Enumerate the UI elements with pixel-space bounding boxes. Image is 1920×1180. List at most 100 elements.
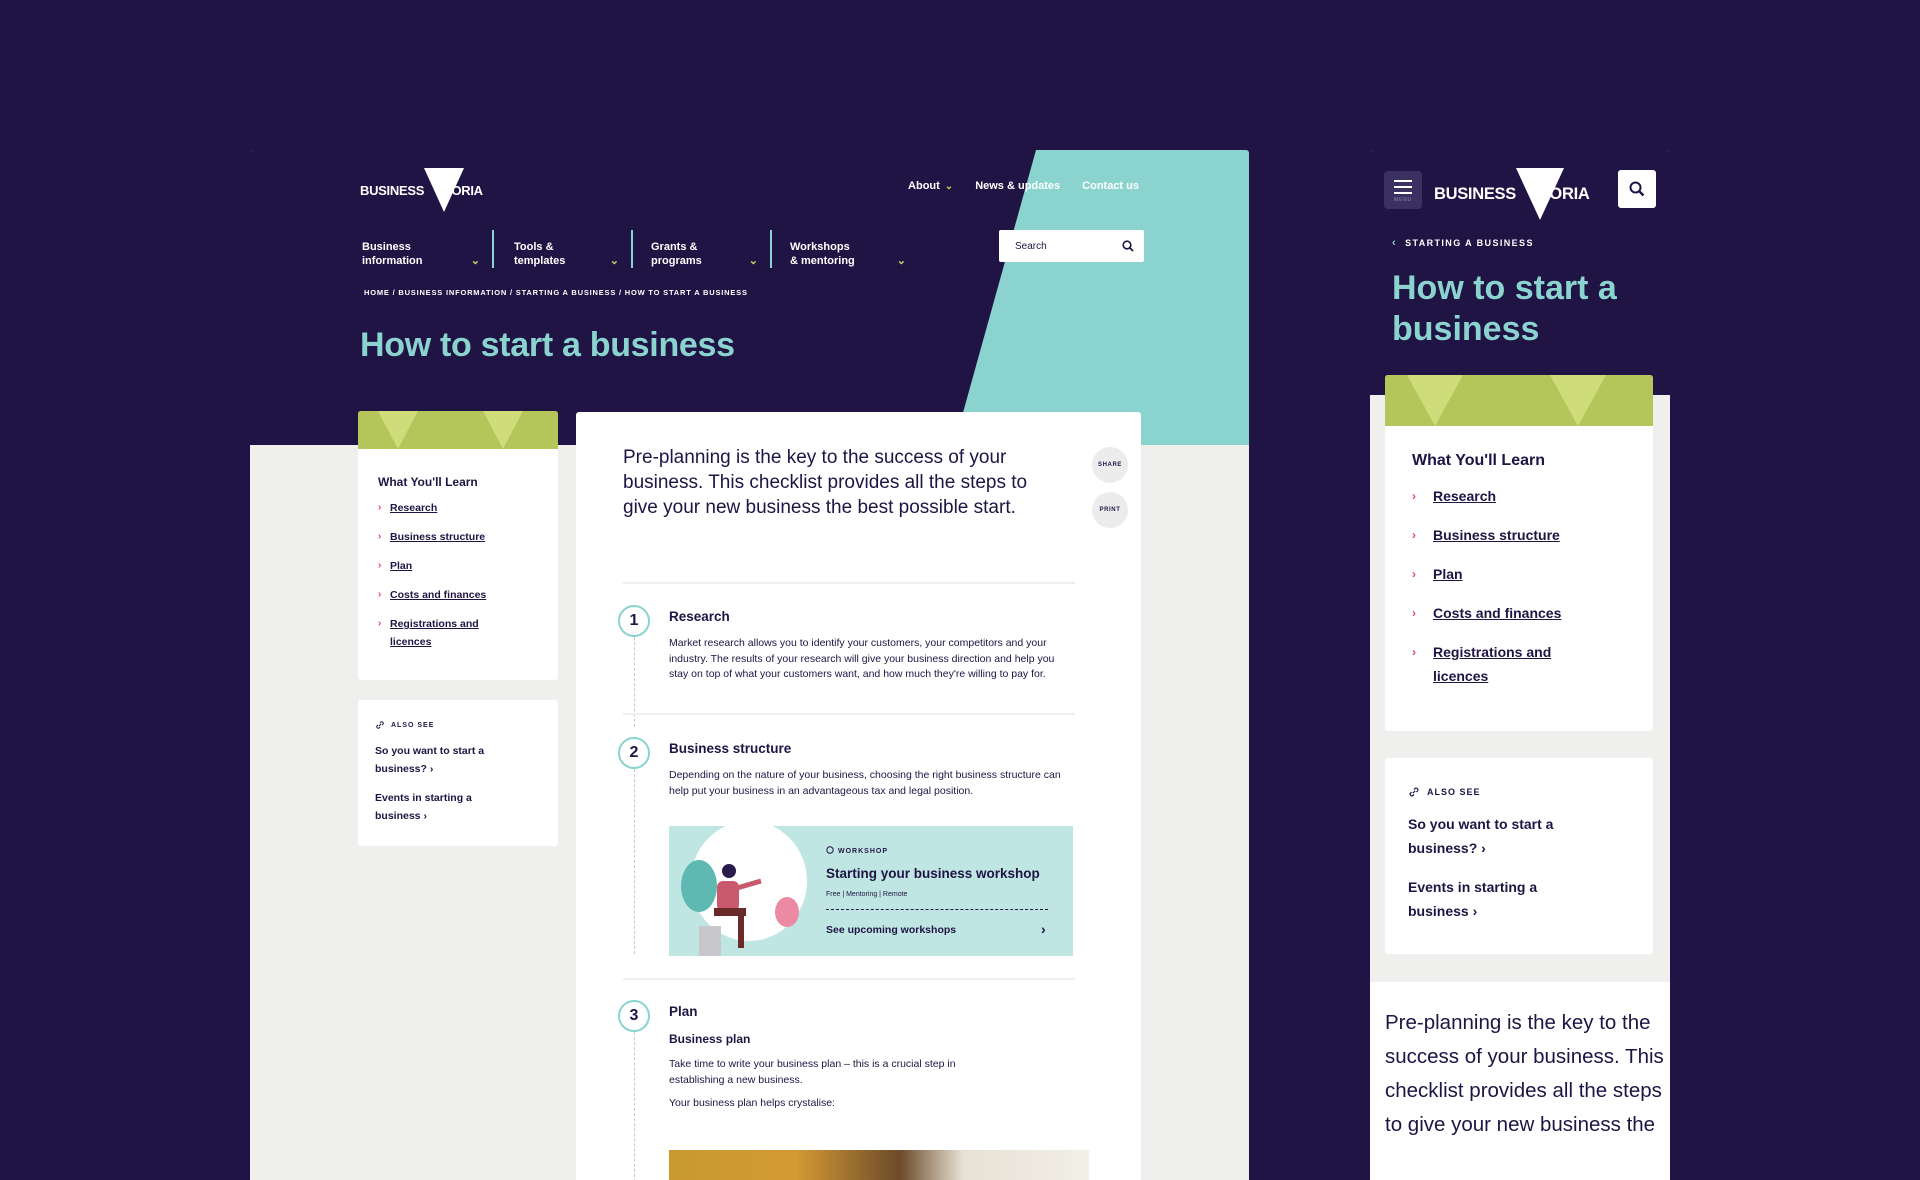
main-nav: Business information ⌄ Tools & templates ⌄… (360, 230, 918, 268)
workshop-meta: Free | Mentoring | Remote (826, 891, 908, 898)
also-see-heading: ALSO SEE (1408, 786, 1630, 798)
back-link[interactable]: ‹ STARTING A BUSINESS (1392, 237, 1534, 249)
chevron-right-icon: › (1412, 567, 1416, 581)
chevron-right-icon: › (378, 560, 382, 571)
also-see-link-events[interactable]: Events in starting a business › (375, 789, 505, 825)
chevron-right-icon: › (1412, 645, 1416, 659)
nav-item-business-information[interactable]: Business information ⌄ (360, 230, 494, 268)
workshop-title: Starting your business workshop (826, 866, 1040, 881)
breadcrumb[interactable]: HOME / BUSINESS INFORMATION / STARTING A… (364, 288, 748, 297)
learn-link-costs-finances[interactable]: › Costs and finances (378, 586, 558, 604)
chevron-right-icon: › (378, 618, 382, 629)
nav-item-grants-programs[interactable]: Grants & programs ⌄ (633, 230, 772, 268)
util-link-news[interactable]: News & updates (975, 180, 1060, 192)
also-see-card: ALSO SEE So you want to start a business… (1385, 758, 1653, 954)
chevron-down-icon: ⌄ (896, 255, 906, 267)
chevron-right-icon: › (378, 502, 382, 513)
nav-item-workshops-mentoring[interactable]: Workshops & mentoring ⌄ (772, 230, 918, 268)
divider (623, 713, 1075, 715)
intro-text: Pre-planning is the key to the success o… (1385, 1011, 1664, 1136)
workshop-kicker: WORKSHOP (826, 846, 888, 855)
chevron-right-icon: › (1481, 840, 1486, 856)
business-photo (669, 1150, 1089, 1180)
search-input[interactable]: Search (999, 230, 1144, 262)
also-see-link-start-business[interactable]: So you want to start a business? › (375, 742, 515, 778)
what-youll-learn-card: What You'll Learn › Research › Business st… (358, 411, 558, 680)
intro-text: Pre-planning is the key to the success o… (623, 447, 1028, 518)
workshop-promo-card[interactable]: WORKSHOP Starting your business workshop… (669, 826, 1073, 956)
chevron-right-icon: › (1412, 528, 1416, 542)
step-number-3: 3 (618, 1000, 650, 1032)
page-title: How to start a business (360, 326, 735, 364)
chevron-right-icon: › (378, 589, 382, 600)
chevron-right-icon: › (378, 531, 382, 542)
hamburger-icon-bar (1394, 191, 1412, 194)
chevron-down-icon: ⌄ (470, 255, 480, 267)
decorative-band (1385, 375, 1653, 426)
calendar-icon (826, 846, 834, 854)
step-text-plan: Take time to write your business plan – … (669, 1058, 956, 1086)
chevron-down-icon: ⌄ (944, 181, 954, 192)
learn-link-research[interactable]: › Research (378, 499, 558, 517)
search-icon (1629, 181, 1645, 197)
learn-link-plan[interactable]: › Plan (1412, 562, 1653, 586)
workshop-divider (826, 909, 1048, 910)
chevron-right-icon: › (429, 763, 434, 775)
learn-list: › Research › Business structure › Plan › Cos… (1412, 484, 1653, 688)
chevron-right-icon: › (1412, 606, 1416, 620)
step-text-research: Market research allows you to identify y… (669, 637, 1055, 680)
also-see-link-start-business[interactable]: So you want to start a business? › (1408, 812, 1588, 860)
step-title-research: Research (669, 609, 730, 624)
learn-list: › Research › Business structure › Plan › Cos… (378, 499, 558, 651)
utility-nav: About ⌄ News & updates Contact us (908, 180, 1139, 192)
chevron-right-icon: › (1412, 489, 1416, 503)
learn-heading: What You'll Learn (378, 475, 478, 489)
mobile-mockup: MENU BUSINESS TORIA ‹ STARTING A BUSINES… (1370, 150, 1670, 1180)
see-workshops-link[interactable]: See upcoming workshops (826, 924, 956, 936)
menu-button[interactable]: MENU (1384, 171, 1422, 209)
chevron-right-icon: › (423, 810, 427, 822)
learn-link-business-structure[interactable]: › Business structure (1412, 523, 1653, 547)
learn-link-registrations[interactable]: › Registrations and licences (1412, 640, 1653, 688)
share-button[interactable]: SHARE (1092, 447, 1128, 483)
chevron-right-icon[interactable]: › (1041, 921, 1046, 937)
also-see-link-events[interactable]: Events in starting a business › (1408, 875, 1573, 923)
step-text-plan-2: Your business plan helps crystalise: (669, 1097, 835, 1109)
util-link-contact[interactable]: Contact us (1082, 180, 1139, 192)
learn-link-registrations[interactable]: › Registrations and licences (378, 615, 558, 651)
main-content: Pre-planning is the key to the success o… (576, 412, 1141, 1180)
divider (623, 582, 1075, 584)
hamburger-icon (1394, 179, 1412, 182)
what-youll-learn-card: What You'll Learn › Research › Business st… (1385, 375, 1653, 731)
learn-link-plan[interactable]: › Plan (378, 557, 558, 575)
business-victoria-logo[interactable]: BUSINESS TORIA (360, 168, 483, 212)
learn-link-costs-finances[interactable]: › Costs and finances (1412, 601, 1653, 625)
page-title: How to start a business (1392, 269, 1617, 348)
link-icon (376, 721, 384, 729)
util-link-about[interactable]: About ⌄ (908, 180, 953, 192)
step-number-1: 1 (618, 605, 650, 637)
business-victoria-logo[interactable]: BUSINESS TORIA (1434, 168, 1590, 220)
desktop-mockup: BUSINESS TORIA About ⌄ News & updates Con… (250, 150, 1249, 1180)
learn-heading: What You'll Learn (1412, 452, 1545, 469)
step-title-plan: Plan (669, 1004, 698, 1019)
also-see-heading: ALSO SEE (375, 720, 541, 730)
workshop-illustration (681, 826, 807, 956)
search-icon[interactable] (1122, 240, 1134, 252)
search-button[interactable] (1618, 170, 1656, 208)
step-connector (634, 1027, 635, 1180)
print-button[interactable]: PRINT (1092, 492, 1128, 528)
hamburger-icon-bar (1394, 185, 1412, 188)
also-see-card: ALSO SEE So you want to start a business… (358, 700, 558, 846)
menu-label: MENU (1394, 196, 1412, 203)
learn-link-business-structure[interactable]: › Business structure (378, 528, 558, 546)
chevron-right-icon: › (1472, 903, 1478, 919)
step-title-business-structure: Business structure (669, 741, 792, 756)
divider (623, 978, 1075, 980)
learn-link-research[interactable]: › Research (1412, 484, 1653, 508)
chevron-left-icon: ‹ (1392, 237, 1398, 249)
nav-item-tools-templates[interactable]: Tools & templates ⌄ (494, 230, 633, 268)
mobile-content: Pre-planning is the key to the success o… (1370, 982, 1670, 1180)
mobile-header: MENU BUSINESS TORIA ‹ STARTING A BUSINES… (1370, 150, 1670, 395)
chevron-down-icon: ⌄ (609, 255, 619, 267)
